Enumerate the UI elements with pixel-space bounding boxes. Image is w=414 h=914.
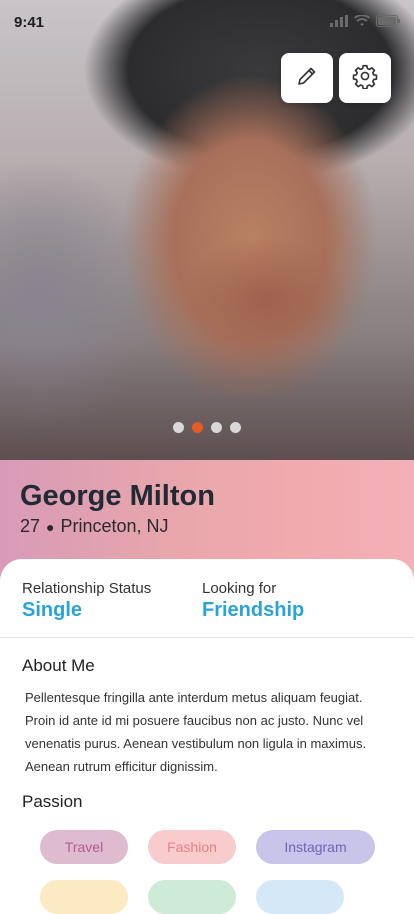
relationship-label: Relationship Status	[22, 580, 152, 597]
about-title: About Me	[22, 656, 95, 675]
looking-value: Friendship	[202, 599, 305, 621]
status-time: 9:41	[14, 14, 45, 31]
battery-icon	[376, 14, 400, 32]
profile-subtitle: 27 ● Princeton, NJ	[20, 516, 169, 537]
passion-chip[interactable]	[148, 880, 236, 914]
pagination-dot[interactable]	[230, 422, 241, 433]
relationship-status: Relationship Status Single	[22, 580, 151, 622]
bullet-separator: ●	[46, 518, 55, 535]
relationship-value: Single	[22, 599, 83, 621]
looking-label: Looking for	[202, 580, 277, 597]
profile-age: 27	[20, 516, 41, 536]
passion-chip-instagram[interactable]: Instagram	[256, 830, 375, 864]
passion-title: Passion	[22, 792, 83, 811]
pencil-icon	[295, 64, 319, 93]
pagination-dot[interactable]	[192, 422, 203, 433]
status-icons	[330, 14, 400, 32]
settings-button[interactable]	[339, 53, 391, 103]
signal-icon	[330, 14, 348, 32]
passion-chip-travel[interactable]: Travel	[40, 830, 128, 864]
pagination-dot[interactable]	[211, 422, 222, 433]
about-text: Pellentesque fringilla ante interdum met…	[25, 690, 367, 774]
profile-name: George Milton	[20, 480, 215, 512]
passion-chip[interactable]	[256, 880, 344, 914]
looking-for: Looking for Friendship	[202, 580, 304, 622]
divider	[0, 637, 414, 638]
passion-chip[interactable]	[40, 880, 128, 914]
photo-pagination	[0, 422, 414, 433]
gear-icon	[352, 63, 378, 94]
pagination-dot[interactable]	[173, 422, 184, 433]
profile-location: Princeton, NJ	[60, 516, 169, 536]
passion-chip-fashion[interactable]: Fashion	[148, 830, 236, 864]
edit-profile-button[interactable]	[281, 53, 333, 103]
wifi-icon	[353, 14, 371, 32]
